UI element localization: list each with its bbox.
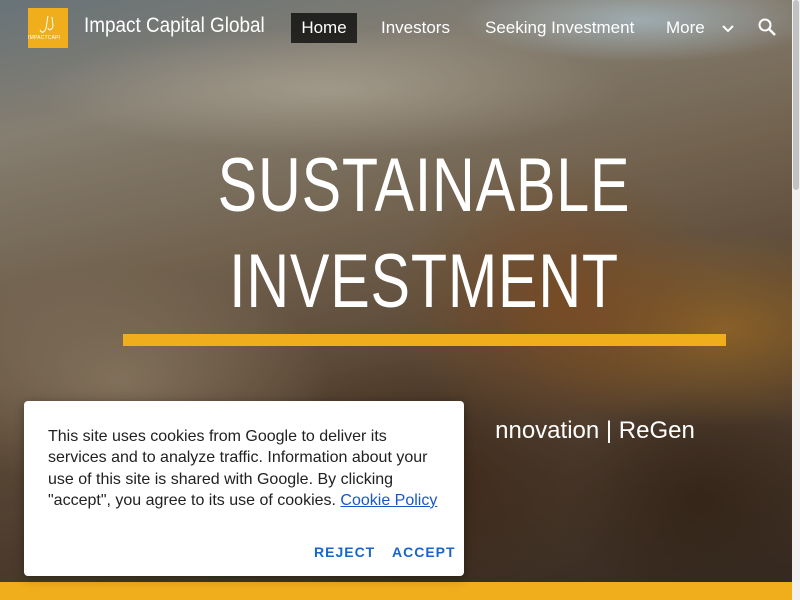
hero-title-line2: INVESTMENT bbox=[229, 239, 619, 324]
hero-title: SUSTAINABLE INVESTMENT bbox=[93, 138, 754, 330]
scrollbar[interactable] bbox=[792, 0, 800, 600]
search-icon[interactable] bbox=[757, 17, 777, 37]
cookie-message: This site uses cookies from Google to de… bbox=[48, 426, 444, 511]
nav-investors[interactable]: Investors bbox=[381, 13, 450, 43]
reject-button[interactable]: REJECT bbox=[314, 544, 375, 560]
scrollbar-thumb[interactable] bbox=[793, 0, 799, 190]
cookie-policy-link[interactable]: Cookie Policy bbox=[340, 492, 437, 509]
nav-more[interactable]: More bbox=[666, 13, 705, 43]
site-title[interactable]: Impact Capital Global bbox=[84, 14, 265, 38]
logo-mark-icon bbox=[39, 15, 54, 33]
hero-accent-line bbox=[123, 334, 726, 346]
nav-home[interactable]: Home bbox=[291, 13, 357, 43]
logo-text: IMPACTCAPI bbox=[28, 35, 61, 41]
hero-title-line1: SUSTAINABLE bbox=[217, 143, 631, 228]
cookie-dialog: This site uses cookies from Google to de… bbox=[24, 401, 464, 576]
chevron-down-icon[interactable] bbox=[720, 21, 736, 37]
site-header: IMPACTCAPI Impact Capital Global Home In… bbox=[0, 0, 792, 56]
site-logo[interactable]: IMPACTCAPI bbox=[28, 8, 68, 48]
nav-seeking-investment[interactable]: Seeking Investment bbox=[485, 13, 634, 43]
accept-button[interactable]: ACCEPT bbox=[392, 544, 456, 560]
section-accent-band bbox=[0, 582, 792, 600]
page: IMPACTCAPI Impact Capital Global Home In… bbox=[0, 0, 800, 600]
